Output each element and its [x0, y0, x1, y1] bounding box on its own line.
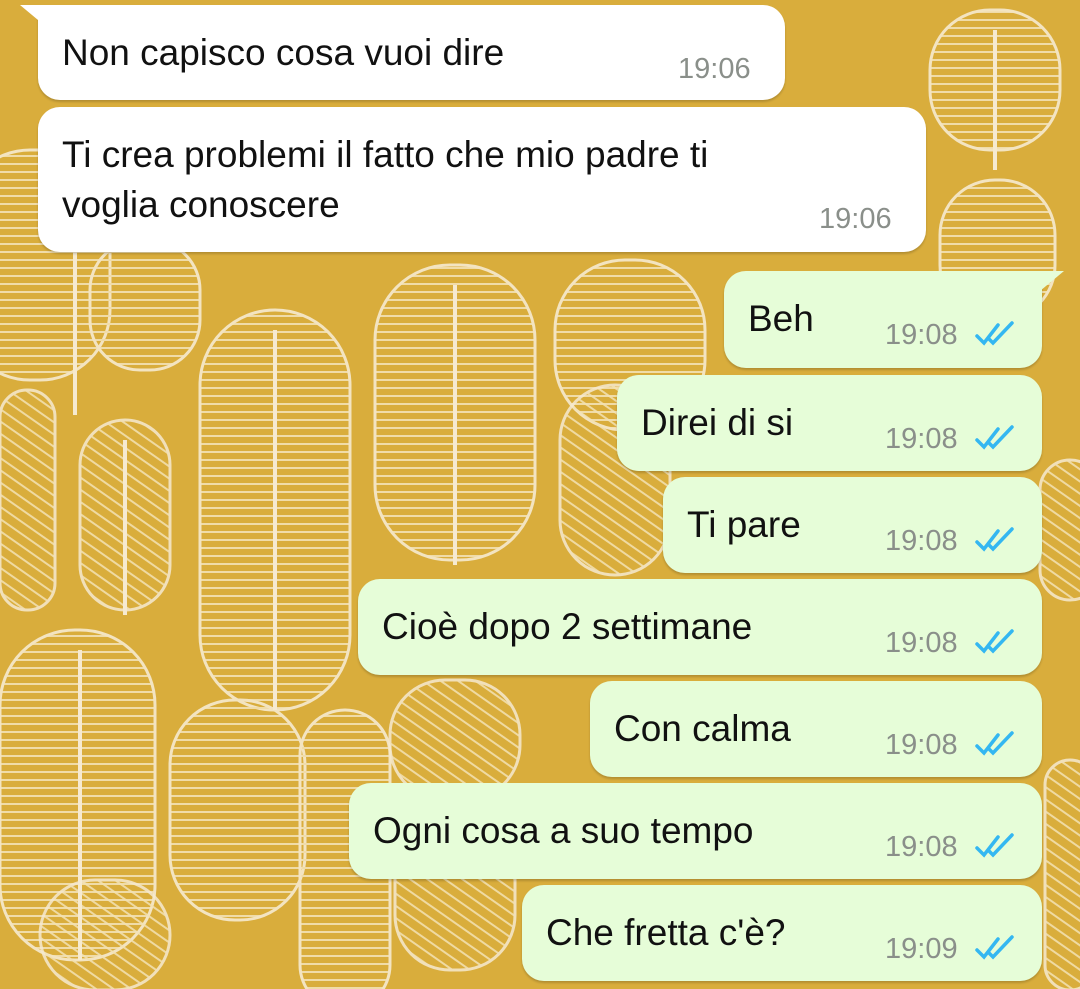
double-check-read-icon	[975, 321, 1014, 346]
message-time: 19:08	[885, 525, 958, 557]
message-time: 19:08	[885, 831, 958, 863]
outgoing-message[interactable]: Con calma 19:08	[590, 681, 1042, 777]
message-text: Beh	[748, 298, 814, 339]
double-check-read-icon	[975, 935, 1014, 960]
message-text: Ogni cosa a suo tempo	[373, 810, 754, 851]
outgoing-message[interactable]: Ogni cosa a suo tempo 19:08	[349, 783, 1042, 879]
message-time: 19:06	[678, 53, 751, 85]
outgoing-message[interactable]: Che fretta c'è? 19:09	[522, 885, 1042, 981]
message-text: Ti pare	[687, 504, 801, 545]
double-check-read-icon	[975, 629, 1014, 654]
message-time: 19:08	[885, 729, 958, 761]
double-check-read-icon	[975, 731, 1014, 756]
message-time: 19:08	[885, 319, 958, 351]
message-text: Direi di si	[641, 402, 794, 443]
message-time: 19:08	[885, 423, 958, 455]
message-text-line-1: Ti crea problemi il fatto che mio padre …	[62, 134, 709, 175]
message-time: 19:08	[885, 627, 958, 659]
double-check-read-icon	[975, 833, 1014, 858]
message-text: Con calma	[614, 708, 791, 749]
double-check-read-icon	[975, 425, 1014, 450]
outgoing-message[interactable]: Direi di si 19:08	[617, 375, 1042, 471]
incoming-message[interactable]: Non capisco cosa vuoi dire 19:06	[38, 5, 785, 100]
message-time: 19:09	[885, 933, 958, 965]
chat-messages: Non capisco cosa vuoi dire 19:06 Ti crea…	[0, 0, 1080, 989]
message-text: Cioè dopo 2 settimane	[382, 606, 753, 647]
bubble-tail	[20, 5, 44, 25]
message-text: Non capisco cosa vuoi dire	[62, 32, 505, 73]
message-text-line-2: voglia conoscere	[62, 184, 340, 225]
outgoing-message[interactable]: Ti pare 19:08	[663, 477, 1042, 573]
bubble-tail	[1040, 271, 1064, 291]
message-time: 19:06	[819, 203, 892, 235]
outgoing-message[interactable]: Beh 19:08	[724, 271, 1042, 368]
message-text: Che fretta c'è?	[546, 912, 786, 953]
double-check-read-icon	[975, 527, 1014, 552]
incoming-message[interactable]: Ti crea problemi il fatto che mio padre …	[38, 107, 926, 252]
outgoing-message[interactable]: Cioè dopo 2 settimane 19:08	[358, 579, 1042, 675]
